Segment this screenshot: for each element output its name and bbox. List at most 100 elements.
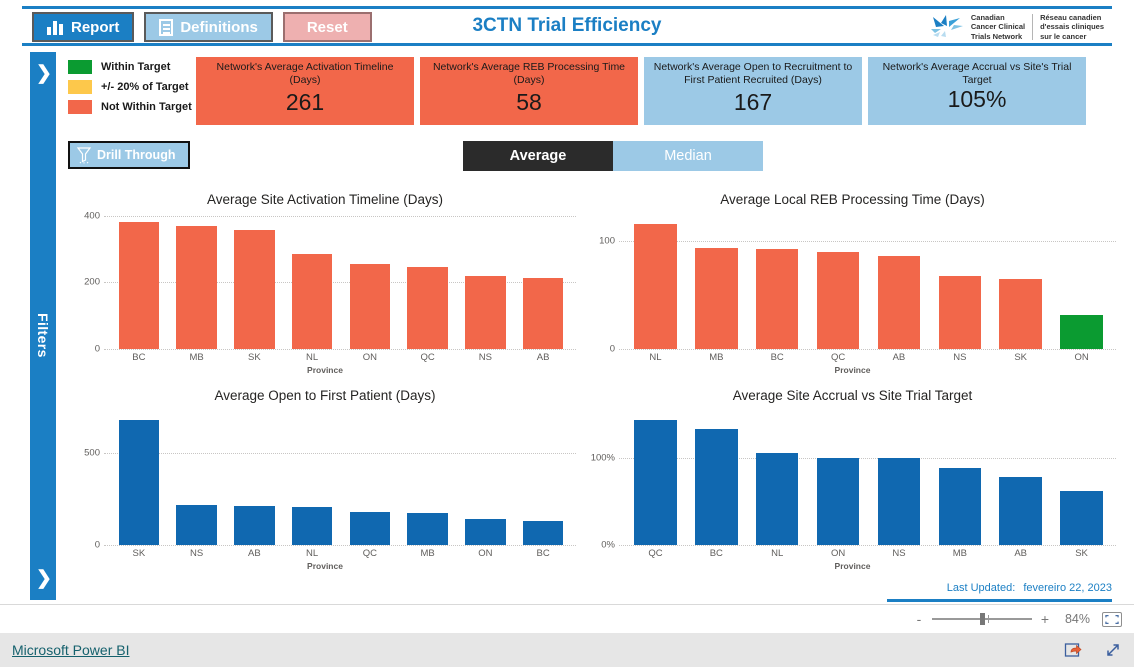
- bar-group[interactable]: [399, 209, 457, 349]
- bar-ON[interactable]: [465, 519, 506, 545]
- bar-BC[interactable]: [755, 248, 799, 349]
- bar-group[interactable]: [168, 405, 226, 545]
- bar-group[interactable]: [283, 405, 341, 545]
- kpi-card-activation-timeline[interactable]: Network's Average Activation Timeline (D…: [196, 57, 414, 125]
- filters-pane-collapsed[interactable]: ❯ Filters ❯: [30, 52, 56, 600]
- bar-NS[interactable]: [176, 505, 217, 545]
- bar-NS[interactable]: [877, 458, 921, 545]
- bar-group[interactable]: [1051, 405, 1112, 545]
- bar-group[interactable]: [686, 405, 747, 545]
- bar-group[interactable]: [1051, 209, 1112, 349]
- bar-NS[interactable]: [938, 275, 982, 349]
- bar-QC[interactable]: [407, 267, 448, 349]
- drill-through-button[interactable]: Drill Through: [68, 141, 190, 169]
- bar-group[interactable]: [929, 405, 990, 545]
- kpi-card-open-to-first-patient[interactable]: Network's Average Open to Recruitment to…: [644, 57, 862, 125]
- bar-group[interactable]: [110, 209, 168, 349]
- chevron-right-icon-top[interactable]: ❯: [36, 64, 52, 83]
- bar-group[interactable]: [808, 209, 869, 349]
- bar-NL[interactable]: [291, 254, 333, 349]
- bar-BC[interactable]: [118, 222, 160, 349]
- bar-MB[interactable]: [176, 225, 217, 349]
- bar-AB[interactable]: [999, 476, 1042, 545]
- zoom-slider-thumb[interactable]: [980, 613, 985, 625]
- bar-group[interactable]: [869, 209, 930, 349]
- bar-MB[interactable]: [695, 247, 738, 349]
- y-axis-tick-label: 500: [84, 447, 100, 459]
- fit-to-page-icon[interactable]: [1102, 611, 1122, 627]
- bar-SK[interactable]: [234, 229, 275, 349]
- bar-MB[interactable]: [407, 512, 448, 545]
- chart-y-axis: 0 100: [585, 209, 619, 355]
- bar-SK[interactable]: [118, 419, 160, 545]
- bar-chart-icon: [47, 20, 64, 35]
- report-canvas: 3CTN Trial Efficiency Report Definitions…: [0, 0, 1134, 604]
- x-axis-tick-label: AB: [536, 352, 550, 363]
- bar-group[interactable]: [226, 405, 284, 545]
- chart-site-activation-timeline[interactable]: Average Site Activation Timeline (Days) …: [70, 192, 580, 382]
- bar-group[interactable]: [625, 209, 686, 349]
- fullscreen-icon[interactable]: [1104, 641, 1122, 659]
- bar-group[interactable]: [341, 209, 399, 349]
- bar-NL[interactable]: [291, 507, 333, 545]
- zoom-in-button[interactable]: +: [1040, 611, 1050, 627]
- chart-y-axis: 0% 100%: [585, 405, 619, 551]
- bar-QC[interactable]: [816, 252, 860, 349]
- bar-group[interactable]: [457, 209, 515, 349]
- zoom-out-button[interactable]: -: [914, 611, 924, 627]
- bar-group[interactable]: [168, 209, 226, 349]
- bar-NL[interactable]: [755, 453, 799, 545]
- definitions-button[interactable]: Definitions: [144, 12, 273, 42]
- bar-QC[interactable]: [634, 419, 677, 545]
- kpi-card-accrual-vs-target[interactable]: Network's Average Accrual vs Site's Tria…: [868, 57, 1086, 125]
- bar-BC[interactable]: [522, 520, 564, 545]
- logo-text-fr: Réseau canadien d'essais cliniques sur l…: [1040, 13, 1104, 41]
- bar-ON[interactable]: [1060, 314, 1103, 349]
- bar-group[interactable]: [686, 209, 747, 349]
- bar-group[interactable]: [929, 209, 990, 349]
- bar-group[interactable]: [514, 405, 572, 545]
- toggle-option-average[interactable]: Average: [463, 141, 613, 171]
- reset-button[interactable]: Reset: [282, 12, 372, 42]
- bar-NL[interactable]: [634, 224, 677, 349]
- chart-local-reb-processing-time[interactable]: Average Local REB Processing Time (Days)…: [585, 192, 1120, 382]
- zoom-slider[interactable]: [932, 613, 1032, 625]
- bar-group[interactable]: [457, 405, 515, 545]
- bar-group[interactable]: [869, 405, 930, 545]
- bar-group[interactable]: [399, 405, 457, 545]
- bar-group[interactable]: [283, 209, 341, 349]
- bar-NS[interactable]: [465, 276, 506, 349]
- legend-item: Within Target: [68, 60, 192, 74]
- bar-group[interactable]: [747, 209, 808, 349]
- bar-AB[interactable]: [877, 256, 921, 349]
- bar-group[interactable]: [514, 209, 572, 349]
- toggle-option-median[interactable]: Median: [613, 141, 763, 171]
- bar-group[interactable]: [747, 405, 808, 545]
- bar-group[interactable]: [990, 405, 1051, 545]
- chart-open-to-first-patient[interactable]: Average Open to First Patient (Days) 0 50…: [70, 388, 580, 578]
- share-icon[interactable]: [1064, 641, 1082, 659]
- bar-SK[interactable]: [999, 279, 1042, 349]
- report-button[interactable]: Report: [32, 12, 135, 42]
- x-axis-tick-label: QC: [362, 548, 377, 559]
- bar-AB[interactable]: [522, 278, 564, 349]
- bar-group[interactable]: [226, 209, 284, 349]
- chart-accrual-vs-trial-target[interactable]: Average Site Accrual vs Site Trial Targe…: [585, 388, 1120, 578]
- bar-group[interactable]: [808, 405, 869, 545]
- power-bi-brand-link[interactable]: Microsoft Power BI: [12, 642, 129, 658]
- bar-ON[interactable]: [349, 264, 391, 349]
- bar-MB[interactable]: [938, 468, 982, 545]
- target-legend: Within Target +/- 20% of Target Not With…: [68, 60, 192, 120]
- chevron-right-icon-bottom[interactable]: ❯: [36, 569, 52, 588]
- kpi-card-reb-processing-time[interactable]: Network's Average REB Processing Time (D…: [420, 57, 638, 125]
- bar-group[interactable]: [341, 405, 399, 545]
- bar-group[interactable]: [110, 405, 168, 545]
- bar-AB[interactable]: [234, 506, 275, 545]
- kpi-title: Network's Average Open to Recruitment to…: [653, 61, 853, 86]
- bar-group[interactable]: [625, 405, 686, 545]
- bar-SK[interactable]: [1060, 490, 1103, 545]
- bar-group[interactable]: [990, 209, 1051, 349]
- bar-BC[interactable]: [695, 428, 738, 545]
- bar-ON[interactable]: [816, 457, 860, 545]
- bar-QC[interactable]: [349, 511, 391, 545]
